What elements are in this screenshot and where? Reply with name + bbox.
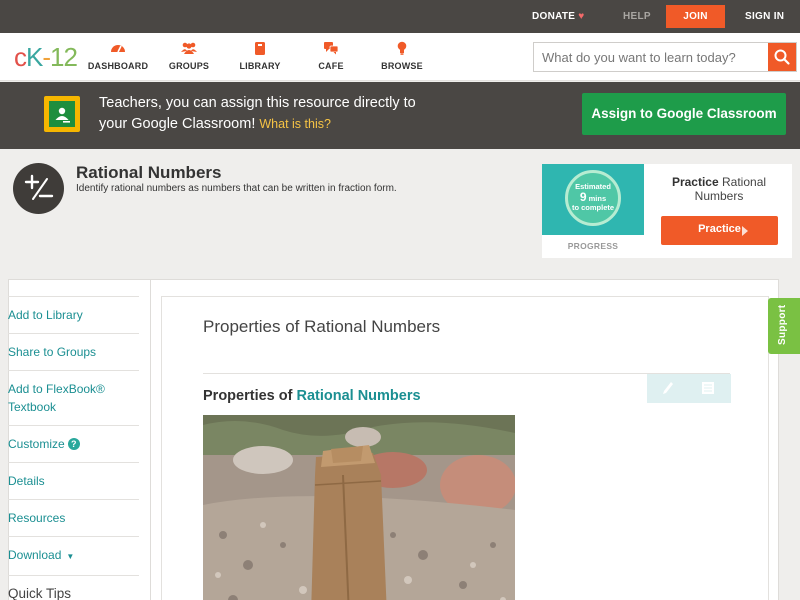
assign-to-google-classroom-button[interactable]: Assign to Google Classroom — [582, 93, 786, 135]
practice-card: Estimated 9 mins to complete PROGRESS Pr… — [542, 164, 792, 258]
pencil-icon[interactable] — [662, 381, 674, 395]
section-heading: Properties of Rational Numbers — [203, 388, 421, 404]
sidebar-item-share-to-groups[interactable]: Share to Groups — [8, 333, 139, 370]
chevron-right-icon — [742, 226, 748, 236]
google-classroom-banner: Teachers, you can assign this resource d… — [0, 82, 800, 149]
search-icon — [774, 49, 790, 65]
nav-browse-label: BROWSE — [381, 61, 423, 71]
nav-dashboard-label: DASHBOARD — [87, 61, 149, 71]
sign-in-link[interactable]: SIGN IN — [745, 0, 784, 33]
chat-bubbles-icon — [324, 42, 339, 55]
search-input[interactable] — [534, 43, 768, 71]
nav-library[interactable]: LIBRARY — [225, 41, 295, 71]
what-is-this-link[interactable]: What is this? — [259, 117, 331, 131]
nav-browse[interactable]: BROWSE — [367, 41, 437, 71]
search-bar — [533, 42, 797, 72]
concept-description: Identify rational numbers as numbers tha… — [76, 183, 397, 194]
join-button[interactable]: JOIN — [666, 5, 725, 28]
donate-label: DONATE — [532, 11, 576, 22]
help-link[interactable]: HELP — [623, 0, 651, 33]
sidebar-item-add-to-flexbook[interactable]: Add to FlexBook® Textbook — [8, 370, 139, 425]
top-bar: DONATE ♥ HELP JOIN SIGN IN — [0, 0, 800, 33]
plus-minus-icon — [13, 163, 64, 214]
article-title: Properties of Rational Numbers — [203, 317, 441, 336]
article-content: Properties of Rational Numbers Propertie… — [161, 296, 769, 600]
support-tab[interactable]: Support — [768, 298, 800, 354]
estimated-time: Estimated 9 mins to complete — [571, 182, 615, 212]
sidebar-item-download[interactable]: Download ▼ — [8, 536, 139, 575]
ck12-logo[interactable]: cK-12 — [14, 43, 78, 71]
sidebar-item-resources[interactable]: Resources — [8, 499, 139, 536]
nav-cafe[interactable]: CAFE — [296, 41, 366, 71]
sidebar-menu: Add to Library Share to Groups Add to Fl… — [8, 296, 139, 600]
progress-label: PROGRESS — [567, 241, 619, 251]
practice-button[interactable]: Practice — [661, 216, 778, 245]
rational-numbers-link[interactable]: Rational Numbers — [296, 388, 420, 404]
banner-line-1: Teachers, you can assign this resource d… — [99, 95, 416, 111]
book-icon — [255, 42, 265, 55]
practice-title: Practice Rational Numbers — [671, 175, 767, 203]
help-icon[interactable]: ? — [67, 438, 80, 450]
sidebar-item-quick-tips[interactable]: Quick Tips — [8, 575, 139, 600]
lightbulb-icon — [397, 41, 407, 55]
sidebar-item-customize[interactable]: Customize? — [8, 425, 139, 462]
banner-line-2: your Google Classroom! — [99, 116, 256, 132]
notes-icon[interactable] — [701, 381, 715, 395]
nav-groups[interactable]: GROUPS — [154, 41, 224, 71]
banner-message: Teachers, you can assign this resource d… — [99, 93, 519, 135]
nav-groups-label: GROUPS — [168, 61, 210, 71]
sidebar-item-details[interactable]: Details — [8, 462, 139, 499]
google-classroom-icon — [44, 96, 80, 132]
speedometer-icon — [111, 45, 125, 53]
caret-down-icon: ▼ — [66, 552, 75, 561]
sidebar-item-add-to-library[interactable]: Add to Library — [8, 296, 139, 333]
paper-bag-photo — [203, 415, 515, 600]
paper-bag-on-rocks-image — [203, 415, 515, 600]
annotation-toolbar — [647, 374, 731, 403]
search-button[interactable] — [768, 43, 796, 71]
practice-image: Estimated 9 mins to complete — [542, 164, 644, 235]
heart-icon: ♥ — [578, 11, 585, 22]
people-icon — [181, 42, 197, 54]
nav-cafe-label: CAFE — [318, 61, 344, 71]
donate-link[interactable]: DONATE ♥ — [532, 0, 585, 33]
nav-dashboard[interactable]: DASHBOARD — [83, 41, 153, 71]
concept-title: Rational Numbers — [76, 163, 222, 182]
nav-bar: cK-12 DASHBOARD GROUPS LIBRARY CAFE BROW… — [0, 33, 800, 81]
nav-library-label: LIBRARY — [239, 61, 281, 71]
